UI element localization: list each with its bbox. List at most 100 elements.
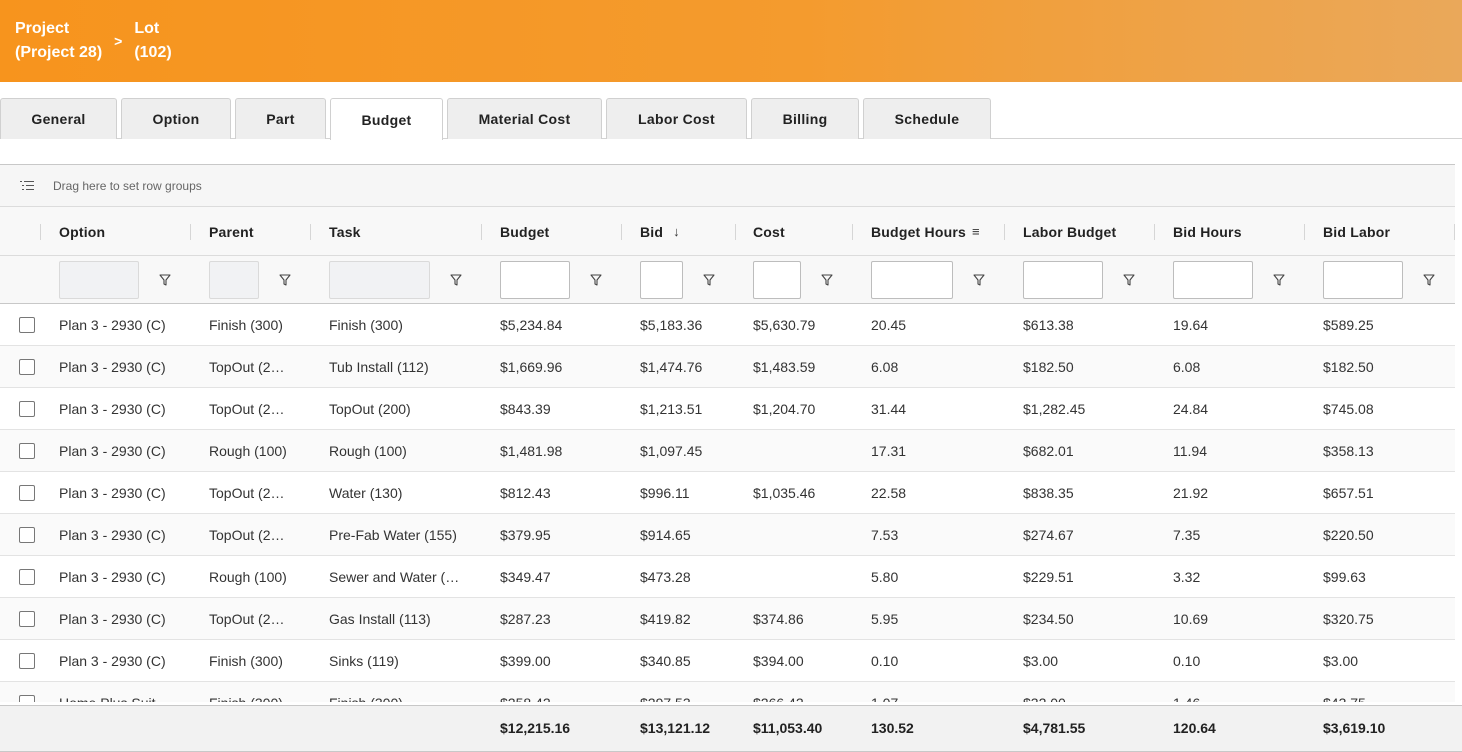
filter-icon[interactable]	[973, 273, 985, 287]
cell-cost[interactable]: $266.42	[753, 682, 804, 702]
row-checkbox[interactable]	[19, 611, 35, 627]
column-header-bid-hours[interactable]: Bid Hours	[1173, 207, 1242, 256]
cell-bid-labor[interactable]: $657.51	[1323, 472, 1374, 514]
tab-billing[interactable]: Billing	[751, 98, 859, 139]
tab-budget[interactable]: Budget	[330, 98, 443, 140]
cell-option[interactable]: Plan 3 - 2930 (C)	[59, 304, 166, 346]
cell-labor-budget[interactable]: $32.00	[1023, 682, 1066, 702]
cell-parent[interactable]: TopOut (2…	[209, 514, 284, 556]
row-checkbox[interactable]	[19, 317, 35, 333]
table-row[interactable]: Plan 3 - 2930 (C) TopOut (2… TopOut (200) $…	[0, 388, 1455, 430]
cell-task[interactable]: Water (130)	[329, 472, 402, 514]
cell-cost[interactable]: $1,483.59	[753, 346, 815, 388]
column-header-budget[interactable]: Budget	[500, 207, 549, 256]
filter-input-labor-budget[interactable]	[1023, 261, 1103, 299]
column-separator[interactable]	[40, 224, 41, 240]
cell-bid-hours[interactable]: 21.92	[1173, 472, 1208, 514]
cell-option[interactable]: Home Plus Suit…	[59, 682, 169, 702]
vertical-scrollbar[interactable]	[1455, 139, 1462, 538]
tab-labor-cost[interactable]: Labor Cost	[606, 98, 747, 139]
cell-option[interactable]: Plan 3 - 2930 (C)	[59, 346, 166, 388]
cell-task[interactable]: TopOut (200)	[329, 388, 411, 430]
cell-bid-hours[interactable]: 7.35	[1173, 514, 1200, 556]
column-header-option[interactable]: Option	[59, 207, 105, 256]
cell-budget[interactable]: $379.95	[500, 514, 551, 556]
cell-bid-labor[interactable]: $3.00	[1323, 640, 1358, 682]
column-header-parent[interactable]: Parent	[209, 207, 254, 256]
cell-budget[interactable]: $812.43	[500, 472, 551, 514]
column-header-budget-hours[interactable]: Budget Hours ≡	[871, 207, 980, 256]
cell-task[interactable]: Finish (300)	[329, 682, 403, 702]
filter-input-cost[interactable]	[753, 261, 801, 299]
cell-cost[interactable]: $5,630.79	[753, 304, 815, 346]
cell-task[interactable]: Pre-Fab Water (155)	[329, 514, 457, 556]
cell-task[interactable]: Rough (100)	[329, 430, 407, 472]
cell-bid-labor[interactable]: $220.50	[1323, 514, 1374, 556]
cell-budget-hours[interactable]: 1.07	[871, 682, 898, 702]
cell-bid-labor[interactable]: $182.50	[1323, 346, 1374, 388]
cell-budget[interactable]: $843.39	[500, 388, 551, 430]
cell-bid[interactable]: $914.65	[640, 514, 691, 556]
column-separator[interactable]	[1004, 224, 1005, 240]
row-checkbox[interactable]	[19, 443, 35, 459]
cell-bid-hours[interactable]: 11.94	[1173, 430, 1207, 472]
cell-bid-labor[interactable]: $745.08	[1323, 388, 1374, 430]
cell-bid[interactable]: $297.53	[640, 682, 691, 702]
tab-option[interactable]: Option	[121, 98, 231, 139]
filter-icon[interactable]	[159, 273, 171, 287]
filter-icon[interactable]	[1423, 273, 1435, 287]
column-header-task[interactable]: Task	[329, 207, 361, 256]
filter-icon[interactable]	[279, 273, 291, 287]
column-header-labor-budget[interactable]: Labor Budget	[1023, 207, 1116, 256]
column-separator[interactable]	[190, 224, 191, 240]
cell-budget-hours[interactable]: 5.80	[871, 556, 898, 598]
table-row[interactable]: Plan 3 - 2930 (C) TopOut (2… Gas Install (…	[0, 598, 1455, 640]
cell-bid[interactable]: $1,097.45	[640, 430, 702, 472]
breadcrumb-lot[interactable]: Lot (102)	[134, 17, 171, 65]
cell-bid-hours[interactable]: 1.46	[1173, 682, 1200, 702]
column-header-cost[interactable]: Cost	[753, 207, 785, 256]
cell-budget-hours[interactable]: 17.31	[871, 430, 906, 472]
cell-option[interactable]: Plan 3 - 2930 (C)	[59, 388, 166, 430]
cell-task[interactable]: Finish (300)	[329, 304, 403, 346]
table-row[interactable]: Plan 3 - 2930 (C) TopOut (2… Tub Install (…	[0, 346, 1455, 388]
filter-icon[interactable]	[1273, 273, 1285, 287]
cell-parent[interactable]: TopOut (2…	[209, 598, 284, 640]
cell-labor-budget[interactable]: $1,282.45	[1023, 388, 1085, 430]
column-separator[interactable]	[1304, 224, 1305, 240]
cell-budget[interactable]: $287.23	[500, 598, 551, 640]
cell-bid[interactable]: $1,213.51	[640, 388, 702, 430]
cell-parent[interactable]: Finish (300)	[209, 640, 283, 682]
cell-budget[interactable]: $258.42	[500, 682, 551, 702]
column-header-bid-labor[interactable]: Bid Labor	[1323, 207, 1390, 256]
filter-icon[interactable]	[450, 273, 462, 287]
tab-material-cost[interactable]: Material Cost	[447, 98, 602, 139]
column-separator[interactable]	[735, 224, 736, 240]
column-separator[interactable]	[852, 224, 853, 240]
cell-bid-hours[interactable]: 19.64	[1173, 304, 1208, 346]
cell-bid[interactable]: $419.82	[640, 598, 691, 640]
filter-input-bid-labor[interactable]	[1323, 261, 1403, 299]
table-row[interactable]: Plan 3 - 2930 (C) Rough (100) Sewer and Wa…	[0, 556, 1455, 598]
cell-bid[interactable]: $340.85	[640, 640, 691, 682]
cell-parent[interactable]: TopOut (2…	[209, 472, 284, 514]
filter-icon[interactable]	[703, 273, 715, 287]
cell-cost[interactable]: $374.86	[753, 598, 804, 640]
cell-parent[interactable]: TopOut (2…	[209, 388, 284, 430]
cell-task[interactable]: Gas Install (113)	[329, 598, 431, 640]
cell-labor-budget[interactable]: $838.35	[1023, 472, 1074, 514]
cell-bid-hours[interactable]: 24.84	[1173, 388, 1208, 430]
cell-budget[interactable]: $399.00	[500, 640, 551, 682]
tab-part[interactable]: Part	[235, 98, 326, 139]
table-row[interactable]: Home Plus Suit… Finish (300) Finish (300) $…	[0, 682, 1455, 702]
cell-option[interactable]: Plan 3 - 2930 (C)	[59, 556, 166, 598]
table-row[interactable]: Plan 3 - 2930 (C) Finish (300) Finish (300…	[0, 304, 1455, 346]
cell-labor-budget[interactable]: $234.50	[1023, 598, 1074, 640]
row-checkbox[interactable]	[19, 485, 35, 501]
tab-general[interactable]: General	[0, 98, 117, 139]
cell-labor-budget[interactable]: $682.01	[1023, 430, 1074, 472]
cell-option[interactable]: Plan 3 - 2930 (C)	[59, 430, 166, 472]
row-checkbox[interactable]	[19, 359, 35, 375]
row-checkbox[interactable]	[19, 401, 35, 417]
row-checkbox[interactable]	[19, 653, 35, 669]
